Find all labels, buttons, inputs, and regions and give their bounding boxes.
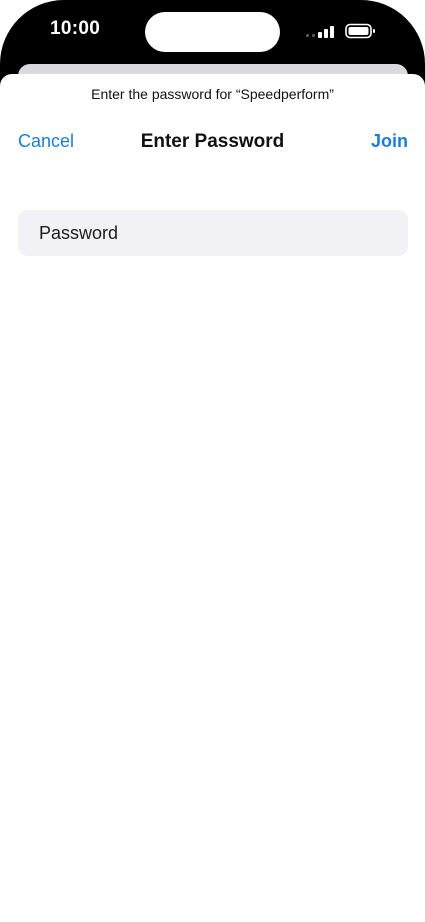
dynamic-island — [145, 12, 280, 52]
password-prompt: Enter the password for “Speedperform” — [91, 86, 334, 102]
phone-screen: 10:00 Enter the password for “Speedperfo… — [0, 0, 425, 922]
status-time: 10:00 — [50, 18, 101, 39]
cancel-button[interactable]: Cancel — [18, 131, 74, 152]
password-sheet — [0, 74, 425, 874]
sheet-bottom — [1, 860, 425, 922]
cellular-signal-icon — [306, 26, 334, 38]
battery-icon — [345, 23, 375, 39]
join-button[interactable]: Join — [371, 131, 408, 152]
password-field[interactable] — [18, 210, 408, 256]
